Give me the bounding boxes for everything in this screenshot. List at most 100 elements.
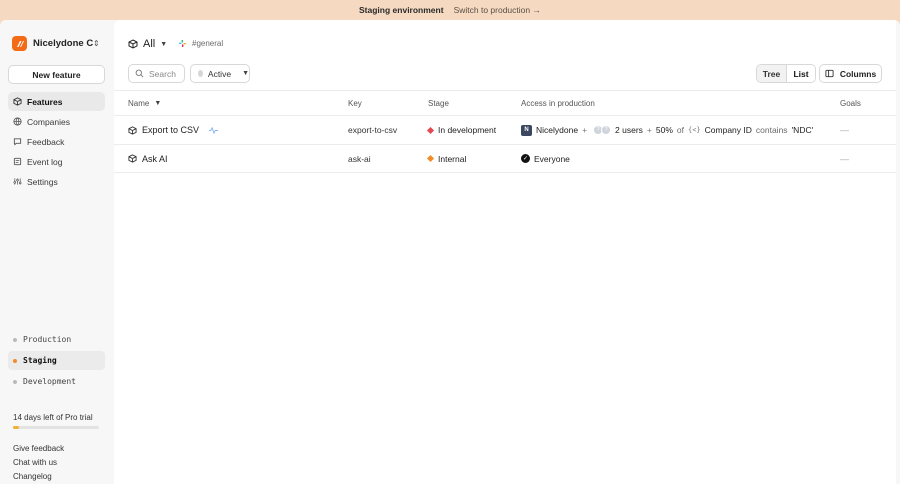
org-switcher[interactable]: Nicelydone Co <box>12 36 93 51</box>
sidebar-item-event-log[interactable]: Event log <box>8 152 105 171</box>
environment-list: Production Staging Development <box>8 330 105 393</box>
stage-diamond-icon <box>426 126 435 134</box>
search-input[interactable]: Search <box>128 64 185 83</box>
cube-icon <box>128 154 137 163</box>
table-row[interactable]: Ask AI ask-ai Internal ✓ Everyone — <box>114 144 896 173</box>
status-dot-icon <box>13 379 17 384</box>
status-dot-icon <box>13 337 17 342</box>
check-circle-icon: ✓ <box>521 154 530 163</box>
env-item-development[interactable]: Development <box>8 372 105 391</box>
feature-key: ask-ai <box>348 153 371 164</box>
channel-label: #general <box>192 39 224 48</box>
value-label: 'NDC' <box>791 125 814 135</box>
view-tree-button[interactable]: Tree <box>757 65 786 82</box>
view-list-button[interactable]: List <box>786 65 815 82</box>
env-label: Development <box>23 377 76 386</box>
status-filter-dropdown[interactable]: Active ▼ <box>190 64 250 83</box>
chevron-down-icon: ▼ <box>242 70 249 77</box>
view-toggle: Tree List <box>756 64 816 83</box>
stage-diamond-icon <box>426 154 435 163</box>
environment-banner: Staging environment Switch to production… <box>0 0 900 20</box>
header-access: Access in production <box>521 98 595 108</box>
switch-to-production-link[interactable]: Switch to production → <box>454 5 541 15</box>
right-gutter <box>896 20 900 484</box>
stage-label: Internal <box>438 153 467 164</box>
chat-icon <box>13 138 22 146</box>
operator-label: contains <box>755 125 788 135</box>
table-row[interactable]: Export to CSV export-to-csv In developme… <box>114 115 896 144</box>
search-icon <box>135 69 144 78</box>
status-dot-icon <box>13 358 17 363</box>
feature-access: N Nicelydone + ? ? 2 users + 50% of {<} … <box>521 124 814 136</box>
feature-name-label: Ask AI <box>142 153 168 164</box>
sidebar-item-companies[interactable]: Companies <box>8 112 105 131</box>
user-avatar-icon: ? <box>601 125 612 135</box>
users-label: 2 users <box>615 125 643 135</box>
header-stage: Stage <box>428 98 449 108</box>
search-placeholder: Search <box>149 68 176 79</box>
sidebar-item-feedback[interactable]: Feedback <box>8 132 105 151</box>
env-item-staging[interactable]: Staging <box>8 351 105 370</box>
sort-down-icon: ▼ <box>154 99 162 107</box>
attribute-icon: {<} <box>687 126 701 134</box>
environment-label: Staging environment <box>359 5 444 15</box>
percent-label: 50% <box>655 125 673 135</box>
plus-separator: + <box>582 125 588 135</box>
env-item-production[interactable]: Production <box>8 330 105 349</box>
columns-icon <box>825 69 834 78</box>
sidebar-item-features[interactable]: Features <box>8 92 105 111</box>
features-table: Name ▼ Key Stage Access in production Go… <box>114 90 896 173</box>
feature-stage: In development <box>426 125 497 135</box>
of-label: of <box>676 125 684 135</box>
settings-icon <box>13 178 22 185</box>
everyone-label: Everyone <box>534 153 570 164</box>
scope-label: All <box>143 38 156 50</box>
header-key: Key <box>348 98 362 108</box>
chevron-down-icon: ▼ <box>160 40 168 48</box>
chevron-updown-icon[interactable]: ⇕ <box>93 39 100 48</box>
chat-with-us-link[interactable]: Chat with us <box>13 456 64 470</box>
trial-progress-fill <box>13 426 20 429</box>
columns-label: Columns <box>839 68 877 79</box>
feature-goals: — <box>840 153 849 164</box>
columns-button[interactable]: Columns <box>819 64 882 83</box>
env-label: Staging <box>23 356 57 365</box>
scope-selector[interactable]: All ▼ <box>128 38 167 50</box>
feature-goals: — <box>840 125 849 135</box>
cube-icon <box>13 97 22 106</box>
cube-icon <box>128 125 137 135</box>
main-content: All ▼ #general Search Active ▼ Tree List <box>114 20 896 484</box>
sidebar-links: Give feedback Chat with us Changelog <box>13 442 64 484</box>
sidebar-item-label: Settings <box>27 176 58 187</box>
trial-text: 14 days left of Pro trial <box>13 413 93 422</box>
header-name[interactable]: Name ▼ <box>128 99 161 108</box>
sidebar-item-label: Event log <box>27 156 63 167</box>
sidebar-item-label: Features <box>27 96 63 107</box>
stage-label: In development <box>438 125 497 135</box>
feature-name[interactable]: Export to CSV <box>128 125 219 135</box>
sidebar-nav: Features Companies Feedback Event log Se… <box>8 92 105 192</box>
trial-progress-bar <box>13 426 99 429</box>
sidebar-item-label: Companies <box>27 116 70 127</box>
header-goals: Goals <box>840 98 861 108</box>
new-feature-button[interactable]: New feature <box>8 65 105 84</box>
slack-channel[interactable]: #general <box>178 39 223 48</box>
app-shell: Nicelydone Co ⇕ New feature Features Com… <box>0 20 900 484</box>
filter-label: Active <box>207 68 232 79</box>
give-feedback-link[interactable]: Give feedback <box>13 442 64 456</box>
feature-name[interactable]: Ask AI <box>128 154 168 164</box>
header-name-label: Name <box>128 98 150 108</box>
attribute-label: Company ID <box>704 125 752 135</box>
sidebar-item-label: Feedback <box>27 136 65 147</box>
slack-icon <box>178 39 187 48</box>
sidebar: Nicelydone Co ⇕ New feature Features Com… <box>0 20 114 484</box>
org-logo-icon <box>12 36 27 51</box>
changelog-link[interactable]: Changelog <box>13 470 64 484</box>
status-dot-icon <box>198 70 203 77</box>
feature-access: ✓ Everyone <box>521 154 570 164</box>
sidebar-item-settings[interactable]: Settings <box>8 172 105 191</box>
company-avatar: N <box>521 124 532 136</box>
env-label: Production <box>23 335 72 344</box>
company-label: Nicelydone <box>536 125 579 135</box>
feature-name-label: Export to CSV <box>142 125 200 135</box>
